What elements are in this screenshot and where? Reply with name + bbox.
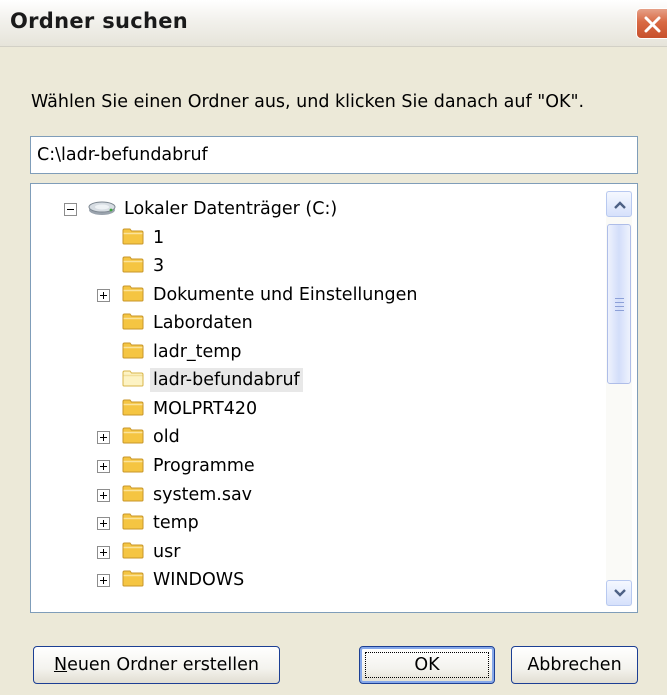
close-button[interactable] xyxy=(636,8,667,39)
expand-toggle[interactable] xyxy=(97,517,110,531)
folder-icon xyxy=(122,227,144,250)
tree-item-label: Dokumente und Einstellungen xyxy=(153,284,418,305)
close-icon xyxy=(644,16,661,33)
folder-icon xyxy=(122,569,144,592)
tree-item-label: temp xyxy=(153,513,199,534)
tree-item-label: Labordaten xyxy=(153,313,253,334)
chevron-up-icon xyxy=(614,201,626,209)
tree-item[interactable]: Labordaten xyxy=(31,309,591,337)
folder-icon xyxy=(122,398,144,421)
scroll-down-button[interactable] xyxy=(606,580,632,606)
folder-icon xyxy=(122,455,144,478)
tree-item[interactable]: Dokumente und Einstellungen xyxy=(31,281,591,309)
tree-item[interactable]: ladr-befundabruf xyxy=(31,366,591,394)
cancel-label: Abbrechen xyxy=(527,655,622,675)
tree-item[interactable]: 3 xyxy=(31,252,591,280)
tree-item[interactable]: temp xyxy=(31,509,591,537)
tree-item-label: system.sav xyxy=(153,484,253,505)
expand-toggle[interactable] xyxy=(97,431,110,445)
folder-icon xyxy=(122,541,144,564)
collapse-toggle[interactable] xyxy=(64,203,77,216)
folder-icon xyxy=(122,484,144,507)
browse-folder-dialog: Ordner suchen Wählen Sie einen Ordner au… xyxy=(0,0,667,695)
tree-item-label: 3 xyxy=(153,256,165,277)
expand-toggle[interactable] xyxy=(97,574,110,588)
title-bar[interactable]: Ordner suchen xyxy=(0,0,667,47)
tree-item-label: old xyxy=(153,427,180,448)
expand-toggle[interactable] xyxy=(97,288,110,302)
tree-item-label: ladr-befundabruf xyxy=(150,368,303,393)
window-title: Ordner suchen xyxy=(10,9,189,33)
ok-button[interactable]: OK xyxy=(359,646,495,684)
tree-item[interactable]: WINDOWS xyxy=(31,566,591,594)
folder-icon xyxy=(122,426,144,449)
tree-item-label: Lokaler Datenträger (C:) xyxy=(124,199,338,219)
tree-item-label: Programme xyxy=(153,455,255,476)
tree-item-label: usr xyxy=(153,541,181,562)
folder-icon xyxy=(122,312,144,335)
tree-item[interactable]: old xyxy=(31,423,591,451)
tree-item-label: MOLPRT420 xyxy=(153,398,258,419)
instruction-text: Wählen Sie einen Ordner aus, und klicken… xyxy=(31,92,585,112)
tree-item-label: 1 xyxy=(153,227,165,248)
tree-item[interactable]: 1 xyxy=(31,224,591,252)
vertical-scrollbar[interactable] xyxy=(606,191,632,606)
expand-toggle[interactable] xyxy=(97,459,110,473)
tree-item[interactable]: MOLPRT420 xyxy=(31,395,591,423)
drive-icon xyxy=(87,199,117,222)
folder-icon xyxy=(122,512,144,535)
new-folder-button[interactable]: Neuen Ordner erstellen xyxy=(33,646,280,684)
tree-item[interactable]: ladr_temp xyxy=(31,338,591,366)
tree-item-label: WINDOWS xyxy=(153,570,245,591)
tree-item[interactable]: system.sav xyxy=(31,481,591,509)
tree-item-drive-c[interactable]: Lokaler Datenträger (C:) xyxy=(31,195,591,223)
scroll-up-button[interactable] xyxy=(606,191,632,217)
tree-item[interactable]: Programme xyxy=(31,452,591,480)
tree-item[interactable]: usr xyxy=(31,538,591,566)
folder-icon xyxy=(122,255,144,278)
expand-toggle[interactable] xyxy=(97,488,110,502)
folder-tree[interactable]: Lokaler Datenträger (C:) 1 3 Dokumente u… xyxy=(30,183,638,613)
open-folder-icon xyxy=(122,369,144,392)
new-folder-mnemonic: N xyxy=(53,655,68,675)
folder-path-input[interactable] xyxy=(30,136,638,174)
new-folder-label: euen Ordner erstellen xyxy=(67,655,260,675)
scroll-thumb[interactable] xyxy=(607,224,631,384)
folder-icon xyxy=(122,341,144,364)
folder-icon xyxy=(122,284,144,307)
expand-toggle[interactable] xyxy=(97,545,110,559)
tree-item-label: ladr_temp xyxy=(153,341,242,362)
chevron-down-icon xyxy=(614,589,626,597)
cancel-button[interactable]: Abbrechen xyxy=(511,646,638,684)
